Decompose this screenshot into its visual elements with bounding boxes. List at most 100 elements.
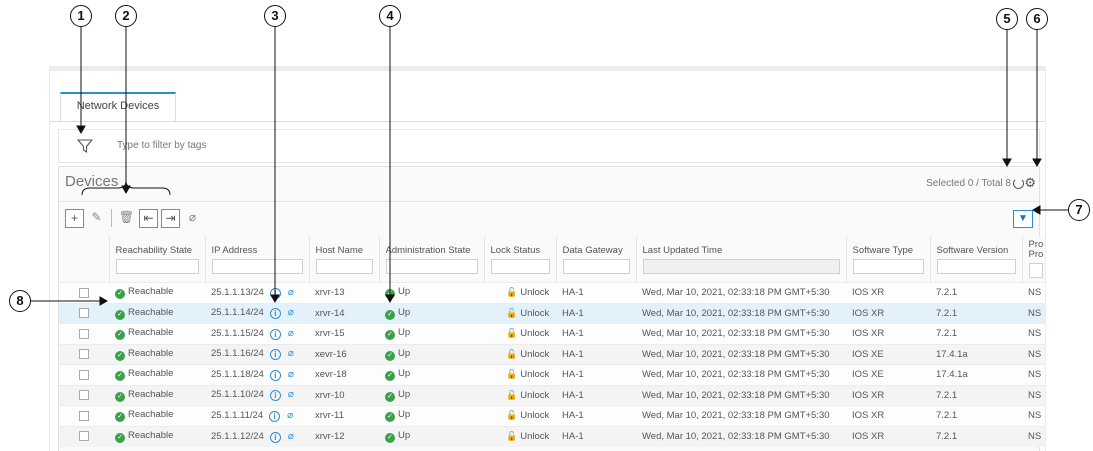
tag-icon[interactable]: ⌀ <box>288 389 294 400</box>
cell-lock-status: 🔓 Unlock <box>484 343 556 365</box>
filter-funnel-icon[interactable] <box>77 138 93 154</box>
header-software-version[interactable]: Software Version <box>930 236 1023 283</box>
export-icon[interactable]: ⇥ <box>161 209 180 228</box>
tag-icon[interactable]: ⌀ <box>288 307 294 318</box>
cell-admin-state: ✓ Up <box>379 343 484 365</box>
tag-icon[interactable]: ⌀ <box>288 287 294 298</box>
gear-icon[interactable]: ⚙ <box>1024 175 1036 191</box>
callout-4: 4 <box>379 5 401 27</box>
row-checkbox[interactable] <box>79 390 89 401</box>
info-icon[interactable]: i <box>269 390 281 402</box>
row-checkbox[interactable] <box>79 287 89 298</box>
refresh-icon[interactable] <box>1013 178 1024 189</box>
time-value: Wed, Mar 10, 2021, 02:33:18 PM GMT+5:30 <box>642 369 830 381</box>
cell-host: xrvr-10 <box>309 384 379 406</box>
host-value: xevr-16 <box>315 348 347 360</box>
filter-software-type[interactable] <box>852 259 924 274</box>
delete-icon[interactable]: 🗑 <box>117 209 136 228</box>
info-icon[interactable]: i <box>269 410 281 422</box>
table-row[interactable]: ✓ Reachable 25.1.1.10/24 i ⌀ xrvr-10 ✓ Up 🔓 Unloc… <box>59 384 1045 406</box>
filter-reachability[interactable] <box>115 259 199 274</box>
info-icon[interactable]: i <box>269 287 281 299</box>
software-type-value: IOS XR <box>852 431 885 442</box>
header-reachability[interactable]: Reachability State <box>109 236 206 283</box>
table-row[interactable]: ✓ Reachable 25.1.1.11/24 i ⌀ xrvr-11 ✓ Up 🔓 Unloc… <box>59 405 1045 426</box>
cell-admin-state: ✓ Up <box>379 302 484 324</box>
tag-icon[interactable]: ⌀ <box>288 369 294 380</box>
cell-ip: 25.1.1.15/24 i ⌀ <box>205 323 309 344</box>
cell-pro: NS <box>1022 343 1045 365</box>
tag-icon[interactable]: ⌀ <box>183 209 202 228</box>
cell-data-gateway: HA-1 <box>556 384 636 406</box>
table-header-row: Reachability State IP Address Host Name … <box>59 236 1045 283</box>
check-circle-icon: ✓ <box>385 371 395 382</box>
cell-software-type: IOS XR <box>846 405 930 426</box>
info-icon[interactable]: i <box>269 431 281 443</box>
admin-state-value: Up <box>398 306 411 318</box>
row-checkbox[interactable] <box>79 431 89 442</box>
header-data-gateway[interactable]: Data Gateway <box>556 236 637 283</box>
time-value: Wed, Mar 10, 2021, 02:33:18 PM GMT+5:30 <box>642 410 830 422</box>
ip-value: 25.1.1.18/24 <box>211 368 264 380</box>
header-lock-status[interactable]: Lock Status <box>484 236 557 283</box>
table-row[interactable]: ✓ Reachable 25.1.1.15/24 i ⌀ xrvr-15 ✓ Up 🔓 Unloc… <box>59 323 1045 344</box>
filter-icon[interactable]: ▼ <box>1013 210 1033 228</box>
info-icon[interactable]: i <box>269 369 281 381</box>
import-icon[interactable]: ⇤ <box>139 209 158 228</box>
header-last-updated[interactable]: Last Updated Time <box>636 236 847 283</box>
header-ip[interactable]: IP Address <box>205 236 310 283</box>
filter-admin-state[interactable] <box>385 259 478 274</box>
cell-software-type: IOS XR <box>846 425 930 447</box>
cell-software-version: 7.2.1 <box>930 302 1022 324</box>
header-admin-state[interactable]: Administration State <box>379 236 485 283</box>
info-icon[interactable]: i <box>269 328 281 340</box>
info-icon[interactable]: i <box>269 349 281 361</box>
header-pro[interactable]: Pro Pro <box>1022 236 1045 283</box>
row-checkbox[interactable] <box>79 410 89 421</box>
info-icon[interactable]: i <box>269 308 281 320</box>
tag-icon[interactable]: ⌀ <box>288 348 294 359</box>
filter-lock-status[interactable] <box>490 259 550 274</box>
pro-value: NS <box>1028 369 1042 381</box>
filter-pro[interactable] <box>1028 263 1043 278</box>
header-host[interactable]: Host Name <box>309 236 380 283</box>
table-row[interactable]: ✓ Reachable 25.1.1.13/24 i ⌀ xrvr-13 ✓ Up 🔓 Unloc… <box>59 282 1045 303</box>
row-checkbox-cell <box>59 425 109 447</box>
pro-value: NS <box>1028 431 1042 442</box>
table-row[interactable]: ✓ Reachable 25.1.1.16/24 i ⌀ xevr-16 ✓ Up 🔓 Unloc… <box>59 343 1045 365</box>
tag-filter-input[interactable]: Type to filter by tags <box>117 140 207 151</box>
add-icon[interactable]: + <box>65 209 84 228</box>
table-row[interactable]: ✓ Reachable 25.1.1.14/24 i ⌀ xrvr-14 ✓ Up 🔓 Unloc… <box>59 302 1045 324</box>
table-row[interactable]: ✓ Reachable 25.1.1.12/24 i ⌀ xrvr-12 ✓ Up 🔓 Unloc… <box>59 425 1045 447</box>
row-checkbox[interactable] <box>79 328 89 339</box>
filter-host[interactable] <box>315 259 373 274</box>
filter-ip[interactable] <box>211 259 303 274</box>
cell-lock-status: 🔓 Unlock <box>484 282 556 303</box>
filter-software-version[interactable] <box>936 259 1016 274</box>
tab-network-devices[interactable]: Network Devices <box>60 92 176 122</box>
row-checkbox[interactable] <box>79 369 89 380</box>
callout-8: 8 <box>9 290 31 312</box>
unlock-icon: 🔓 <box>506 431 518 441</box>
gateway-value: HA-1 <box>562 287 584 299</box>
edit-icon[interactable]: ✎ <box>87 209 106 228</box>
devices-table: Reachability State IP Address Host Name … <box>59 236 1045 447</box>
tag-icon[interactable]: ⌀ <box>287 410 293 421</box>
cell-software-version: 7.2.1 <box>930 323 1022 344</box>
cell-host: xevr-18 <box>309 364 379 385</box>
cell-software-type: IOS XE <box>846 364 930 385</box>
cell-last-updated: Wed, Mar 10, 2021, 02:33:18 PM GMT+5:30 <box>636 343 846 365</box>
filter-data-gateway[interactable] <box>562 259 630 274</box>
row-checkbox[interactable] <box>79 308 89 319</box>
app-frame: Network Devices Type to filter by tags D… <box>49 66 1046 451</box>
header-software-type[interactable]: Software Type <box>846 236 931 283</box>
row-checkbox[interactable] <box>79 349 89 360</box>
unlock-icon: 🔓 <box>506 389 518 400</box>
cell-reachability: ✓ Reachable <box>109 405 205 426</box>
table-row[interactable]: ✓ Reachable 25.1.1.18/24 i ⌀ xevr-18 ✓ Up 🔓 Unloc… <box>59 364 1045 385</box>
pro-value: NS <box>1028 348 1042 360</box>
tag-icon[interactable]: ⌀ <box>288 328 294 339</box>
tag-filter-bar: Type to filter by tags <box>58 129 1040 163</box>
admin-state-value: Up <box>398 409 411 421</box>
tag-icon[interactable]: ⌀ <box>288 431 294 442</box>
